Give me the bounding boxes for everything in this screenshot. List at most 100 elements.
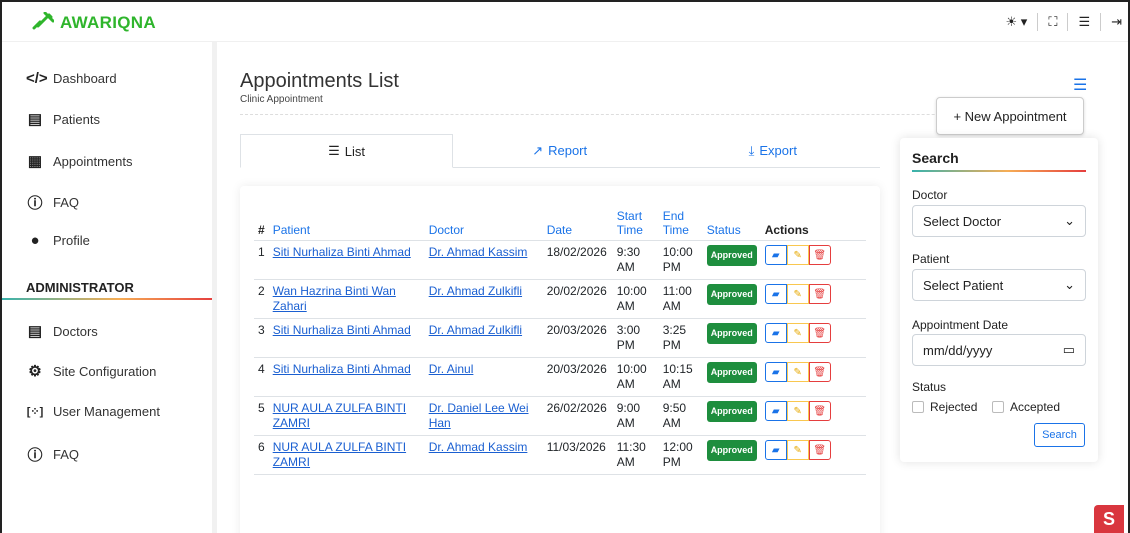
col-start[interactable]: Start Time (612, 206, 659, 241)
divider (1037, 13, 1039, 31)
patient-link[interactable]: Wan Hazrina Binti Wan Zahari (273, 284, 396, 313)
tab-list[interactable]: ☰ List (240, 134, 454, 168)
rejected-checkbox[interactable]: Rejected (912, 400, 977, 414)
patient-select[interactable]: Select Patient ⌄ (912, 269, 1086, 301)
view-button[interactable]: ▰ (764, 440, 787, 460)
menu-collapse-icon[interactable]: ☰ (1078, 14, 1090, 30)
view-button[interactable]: ▰ (764, 362, 787, 382)
edit-icon: ✎ (793, 366, 802, 378)
patient-link[interactable]: Siti Nurhaliza Binti Ahmad (273, 323, 411, 337)
trash-icon: 🗑 (813, 288, 827, 300)
accepted-checkbox[interactable]: Accepted (992, 400, 1060, 414)
delete-button[interactable]: 🗑 (808, 323, 831, 343)
date-cell: 20/03/2026 (542, 357, 613, 397)
start-time-cell: 10:00 AM (612, 357, 659, 397)
delete-button[interactable]: 🗑 (808, 440, 831, 460)
tab-bar: ☰ List ↗ Report ⤓ Export (240, 134, 880, 168)
table-row: 3 Siti Nurhaliza Binti Ahmad Dr. Ahmad Zul… (254, 318, 866, 358)
start-time-cell: 9:30 AM (612, 240, 659, 280)
sidebar-item-doctors[interactable]: ▤ Doctors (26, 322, 98, 340)
col-patient[interactable]: Patient (268, 206, 425, 241)
col-actions: Actions (760, 206, 866, 241)
search-button[interactable]: Search (1034, 423, 1085, 447)
sidebar-item-patients[interactable]: ▤ Patients (26, 110, 100, 128)
view-button[interactable]: ▰ (764, 323, 787, 343)
patient-link[interactable]: Siti Nurhaliza Binti Ahmad (273, 362, 411, 376)
col-date[interactable]: Date (542, 206, 613, 241)
sidebar-item-appointments[interactable]: ▦ Appointments (26, 152, 133, 170)
tab-report[interactable]: ↗ Report (453, 134, 666, 167)
calendar-icon[interactable]: ▭ (1063, 342, 1075, 358)
patient-link[interactable]: Siti Nurhaliza Binti Ahmad (273, 245, 411, 259)
col-end[interactable]: End Time (658, 206, 703, 241)
sidebar-item-site-configuration[interactable]: ⚙ Site Configuration (26, 362, 156, 380)
col-status[interactable]: Status (702, 206, 761, 241)
checkbox-box[interactable] (912, 401, 924, 413)
top-bar: AWARIQNA ☀ ▾ ⛶ ☰ ⇥ (2, 2, 1128, 42)
doctor-link[interactable]: Dr. Ahmad Kassim (429, 245, 528, 259)
delete-button[interactable]: 🗑 (808, 362, 831, 382)
col-doctor[interactable]: Doctor (424, 206, 543, 241)
brand-logo[interactable]: AWARIQNA (32, 11, 156, 33)
view-button[interactable]: ▰ (764, 245, 787, 265)
status-badge: Approved (706, 401, 757, 422)
patient-label: Patient (912, 252, 950, 266)
date-label: Appointment Date (912, 318, 1009, 332)
tab-label: Report (548, 143, 588, 158)
edit-button[interactable]: ✎ (786, 401, 809, 421)
list-icon: ☰ (328, 143, 340, 158)
doctor-link[interactable]: Dr. Ahmad Zulkifli (429, 284, 522, 298)
sidebar-item-label: FAQ (53, 447, 80, 462)
logout-icon[interactable]: ⇥ (1111, 14, 1122, 30)
edit-button[interactable]: ✎ (786, 284, 809, 304)
edit-icon: ✎ (793, 249, 802, 261)
tab-export[interactable]: ⤓ Export (666, 134, 879, 167)
menu-icon[interactable]: ☰ (1073, 75, 1087, 95)
trash-icon: 🗑 (813, 327, 827, 339)
date-placeholder: mm/dd/yyyy (923, 342, 993, 358)
folder-icon: ▰ (771, 249, 780, 261)
date-input[interactable]: mm/dd/yyyy ▭ (912, 334, 1086, 366)
doctor-link[interactable]: Dr. Ahmad Kassim (429, 440, 528, 454)
edit-button[interactable]: ✎ (786, 362, 809, 382)
delete-button[interactable]: 🗑 (808, 245, 831, 265)
divider (1100, 13, 1102, 31)
sidebar-item-label: Dashboard (53, 71, 117, 86)
table-header-row: # Patient Doctor Date Start Time End Tim… (254, 206, 866, 241)
chevron-down-icon: ⌄ (1064, 213, 1075, 228)
sidebar-item-faq-admin[interactable]: ⓘ FAQ (26, 444, 79, 465)
edit-button[interactable]: ✎ (786, 323, 809, 343)
sidebar-item-profile[interactable]: ● Profile (26, 232, 89, 249)
doctor-link[interactable]: Dr. Ahmad Zulkifli (429, 323, 522, 337)
doctor-select[interactable]: Select Doctor ⌄ (912, 205, 1086, 237)
trash-icon: 🗑 (813, 444, 827, 456)
fullscreen-icon[interactable]: ⛶ (1048, 14, 1057, 30)
checkbox-box[interactable] (992, 401, 1004, 413)
status-badge: Approved (706, 284, 757, 305)
sidebar-item-label: Doctors (53, 323, 98, 339)
patient-link[interactable]: NUR AULA ZULFA BINTI ZAMRI (273, 440, 406, 469)
app-badge-icon[interactable]: S (1094, 505, 1124, 533)
users-icon: [⁘] (26, 406, 44, 418)
sidebar-item-label: Site Configuration (53, 363, 157, 379)
sidebar-item-faq[interactable]: ⓘ FAQ (26, 192, 79, 213)
start-time-cell: 3:00 PM (612, 318, 659, 358)
sidebar-item-user-management[interactable]: [⁘] User Management (26, 404, 160, 419)
doctor-link[interactable]: Dr. Ainul (429, 362, 474, 376)
delete-button[interactable]: 🗑 (808, 401, 831, 421)
chevron-down-icon: ⌄ (1064, 277, 1075, 292)
delete-button[interactable]: 🗑 (808, 284, 831, 304)
folder-icon: ▰ (771, 327, 780, 339)
view-button[interactable]: ▰ (764, 284, 787, 304)
edit-button[interactable]: ✎ (786, 245, 809, 265)
search-divider (912, 170, 1086, 172)
view-button[interactable]: ▰ (764, 401, 787, 421)
sun-icon[interactable]: ☀ ▾ (1006, 14, 1028, 30)
patient-link[interactable]: NUR AULA ZULFA BINTI ZAMRI (273, 401, 406, 430)
new-appointment-button[interactable]: + New Appointment (936, 97, 1084, 135)
edit-button[interactable]: ✎ (786, 440, 809, 460)
appointments-card: # Patient Doctor Date Start Time End Tim… (240, 186, 880, 533)
doctor-link[interactable]: Dr. Daniel Lee Wei Han (429, 401, 529, 430)
sidebar-item-dashboard[interactable]: </> Dashboard (26, 70, 117, 87)
patient-select-value: Select Patient (923, 277, 1004, 293)
